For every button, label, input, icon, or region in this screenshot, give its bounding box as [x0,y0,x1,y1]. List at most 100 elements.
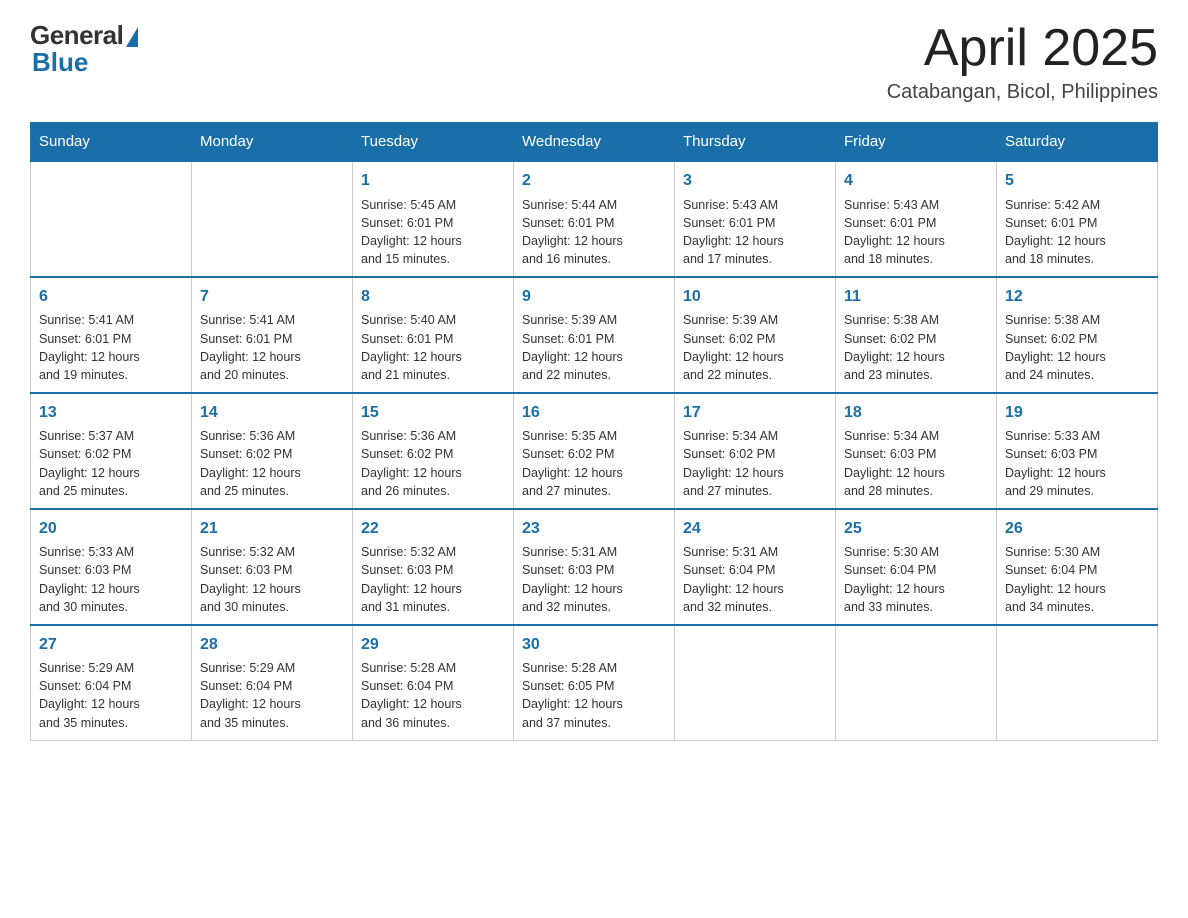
day-number: 9 [522,286,666,308]
day-number: 22 [361,518,505,540]
day-info: Sunrise: 5:28 AM Sunset: 6:04 PM Dayligh… [361,659,505,732]
calendar-cell: 26 Sunrise: 5:30 AM Sunset: 6:04 PM Dayli… [997,509,1158,625]
calendar-cell [675,625,836,740]
day-number: 3 [683,170,827,192]
day-info: Sunrise: 5:31 AM Sunset: 6:04 PM Dayligh… [683,543,827,616]
day-header-thursday: Thursday [675,123,836,162]
day-number: 24 [683,518,827,540]
calendar-cell: 19Sunrise: 5:33 AM Sunset: 6:03 PM Dayli… [997,393,1158,509]
day-info: Sunrise: 5:33 AM Sunset: 6:03 PM Dayligh… [39,543,183,616]
day-info: Sunrise: 5:39 AM Sunset: 6:01 PM Dayligh… [522,311,666,384]
calendar-cell: 5 Sunrise: 5:42 AM Sunset: 6:01 PM Daylig… [997,161,1158,277]
day-number: 12 [1005,286,1149,308]
calendar-cell [836,625,997,740]
day-number: 30 [522,634,666,656]
location-text: Catabangan, Bicol, Philippines [887,81,1158,104]
day-info: Sunrise: 5:43 AM Sunset: 6:01 PM Dayligh… [844,196,988,269]
day-number: 11 [844,286,988,308]
day-header-sunday: Sunday [31,123,192,162]
day-number: 4 [844,170,988,192]
day-info: Sunrise: 5:42 AM Sunset: 6:01 PM Dayligh… [1005,196,1149,269]
calendar-week-1: 1 Sunrise: 5:45 AM Sunset: 6:01 PM Daylig… [31,161,1158,277]
calendar-cell: 29Sunrise: 5:28 AM Sunset: 6:04 PM Dayli… [353,625,514,740]
day-info: Sunrise: 5:39 AM Sunset: 6:02 PM Dayligh… [683,311,827,384]
calendar-cell [192,161,353,277]
month-title: April 2025 [887,20,1158,77]
day-info: Sunrise: 5:34 AM Sunset: 6:02 PM Dayligh… [683,427,827,500]
calendar-cell: 7 Sunrise: 5:41 AM Sunset: 6:01 PM Daylig… [192,277,353,393]
calendar-cell: 12 Sunrise: 5:38 AM Sunset: 6:02 PM Dayli… [997,277,1158,393]
day-info: Sunrise: 5:38 AM Sunset: 6:02 PM Dayligh… [1005,311,1149,384]
day-info: Sunrise: 5:37 AM Sunset: 6:02 PM Dayligh… [39,427,183,500]
day-info: Sunrise: 5:34 AM Sunset: 6:03 PM Dayligh… [844,427,988,500]
day-number: 18 [844,402,988,424]
calendar-cell: 16 Sunrise: 5:35 AM Sunset: 6:02 PM Dayli… [514,393,675,509]
page-header: General Blue April 2025 Catabangan, Bico… [30,20,1158,104]
title-section: April 2025 Catabangan, Bicol, Philippine… [887,20,1158,104]
day-number: 8 [361,286,505,308]
day-info: Sunrise: 5:28 AM Sunset: 6:05 PM Dayligh… [522,659,666,732]
calendar-cell: 25 Sunrise: 5:30 AM Sunset: 6:04 PM Dayli… [836,509,997,625]
calendar-table: SundayMondayTuesdayWednesdayThursdayFrid… [30,122,1158,740]
logo-blue-text: Blue [32,47,88,78]
calendar-cell: 6 Sunrise: 5:41 AM Sunset: 6:01 PM Daylig… [31,277,192,393]
calendar-cell: 27 Sunrise: 5:29 AM Sunset: 6:04 PM Dayli… [31,625,192,740]
logo-triangle-icon [126,27,138,47]
day-info: Sunrise: 5:32 AM Sunset: 6:03 PM Dayligh… [361,543,505,616]
day-header-monday: Monday [192,123,353,162]
calendar-cell: 20Sunrise: 5:33 AM Sunset: 6:03 PM Dayli… [31,509,192,625]
calendar-header-row: SundayMondayTuesdayWednesdayThursdayFrid… [31,123,1158,162]
calendar-week-2: 6 Sunrise: 5:41 AM Sunset: 6:01 PM Daylig… [31,277,1158,393]
day-info: Sunrise: 5:45 AM Sunset: 6:01 PM Dayligh… [361,196,505,269]
day-info: Sunrise: 5:30 AM Sunset: 6:04 PM Dayligh… [1005,543,1149,616]
calendar-cell: 13 Sunrise: 5:37 AM Sunset: 6:02 PM Dayli… [31,393,192,509]
calendar-week-5: 27 Sunrise: 5:29 AM Sunset: 6:04 PM Dayli… [31,625,1158,740]
logo: General Blue [30,20,138,78]
day-number: 13 [39,402,183,424]
day-info: Sunrise: 5:38 AM Sunset: 6:02 PM Dayligh… [844,311,988,384]
calendar-cell: 17 Sunrise: 5:34 AM Sunset: 6:02 PM Dayli… [675,393,836,509]
day-info: Sunrise: 5:36 AM Sunset: 6:02 PM Dayligh… [200,427,344,500]
day-header-friday: Friday [836,123,997,162]
day-number: 21 [200,518,344,540]
day-number: 5 [1005,170,1149,192]
day-number: 1 [361,170,505,192]
day-number: 2 [522,170,666,192]
day-number: 16 [522,402,666,424]
calendar-cell: 2Sunrise: 5:44 AM Sunset: 6:01 PM Daylig… [514,161,675,277]
calendar-cell: 3Sunrise: 5:43 AM Sunset: 6:01 PM Daylig… [675,161,836,277]
calendar-cell: 14 Sunrise: 5:36 AM Sunset: 6:02 PM Dayli… [192,393,353,509]
calendar-cell: 11 Sunrise: 5:38 AM Sunset: 6:02 PM Dayli… [836,277,997,393]
day-number: 7 [200,286,344,308]
day-info: Sunrise: 5:35 AM Sunset: 6:02 PM Dayligh… [522,427,666,500]
calendar-cell: 4 Sunrise: 5:43 AM Sunset: 6:01 PM Daylig… [836,161,997,277]
day-number: 25 [844,518,988,540]
day-info: Sunrise: 5:41 AM Sunset: 6:01 PM Dayligh… [39,311,183,384]
calendar-cell: 30 Sunrise: 5:28 AM Sunset: 6:05 PM Dayli… [514,625,675,740]
calendar-week-4: 20Sunrise: 5:33 AM Sunset: 6:03 PM Dayli… [31,509,1158,625]
day-number: 26 [1005,518,1149,540]
calendar-cell: 15Sunrise: 5:36 AM Sunset: 6:02 PM Dayli… [353,393,514,509]
day-number: 23 [522,518,666,540]
calendar-cell: 21Sunrise: 5:32 AM Sunset: 6:03 PM Dayli… [192,509,353,625]
day-number: 15 [361,402,505,424]
calendar-cell: 8 Sunrise: 5:40 AM Sunset: 6:01 PM Daylig… [353,277,514,393]
day-number: 28 [200,634,344,656]
calendar-cell: 22 Sunrise: 5:32 AM Sunset: 6:03 PM Dayli… [353,509,514,625]
day-number: 10 [683,286,827,308]
day-number: 14 [200,402,344,424]
calendar-cell: 23Sunrise: 5:31 AM Sunset: 6:03 PM Dayli… [514,509,675,625]
day-number: 27 [39,634,183,656]
day-info: Sunrise: 5:30 AM Sunset: 6:04 PM Dayligh… [844,543,988,616]
calendar-cell: 9 Sunrise: 5:39 AM Sunset: 6:01 PM Daylig… [514,277,675,393]
day-info: Sunrise: 5:40 AM Sunset: 6:01 PM Dayligh… [361,311,505,384]
day-number: 6 [39,286,183,308]
day-info: Sunrise: 5:33 AM Sunset: 6:03 PM Dayligh… [1005,427,1149,500]
day-info: Sunrise: 5:41 AM Sunset: 6:01 PM Dayligh… [200,311,344,384]
day-number: 17 [683,402,827,424]
day-header-tuesday: Tuesday [353,123,514,162]
calendar-cell [997,625,1158,740]
calendar-cell: 1 Sunrise: 5:45 AM Sunset: 6:01 PM Daylig… [353,161,514,277]
calendar-cell: 24 Sunrise: 5:31 AM Sunset: 6:04 PM Dayli… [675,509,836,625]
day-info: Sunrise: 5:29 AM Sunset: 6:04 PM Dayligh… [39,659,183,732]
